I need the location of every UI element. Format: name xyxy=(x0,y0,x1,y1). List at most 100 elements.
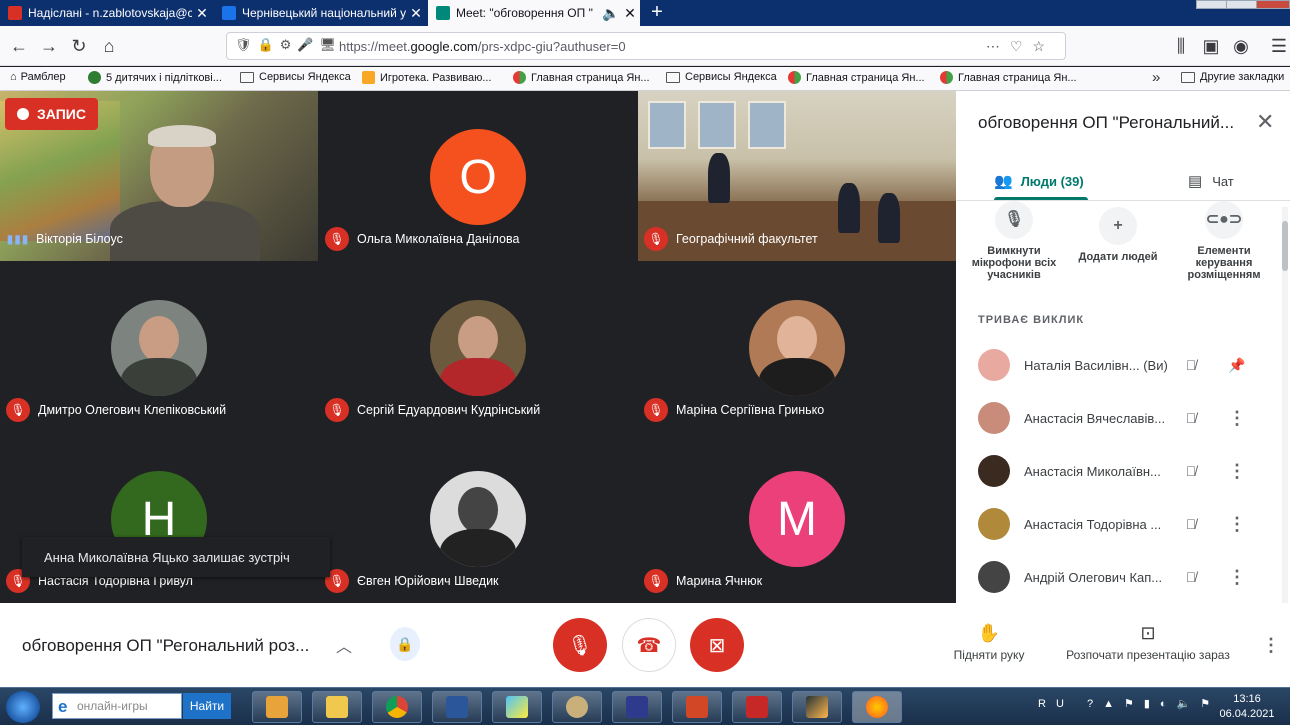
mute-all-button[interactable]: 🎙 Вимкнути мікрофони всіх учасників xyxy=(964,201,1064,281)
scrollbar-thumb[interactable] xyxy=(1282,221,1288,271)
mic-off-icon[interactable]: 🎙̸ xyxy=(1168,463,1214,479)
participant-tile[interactable]: Н 🎙 Настасія Тодорівна Гривул xyxy=(0,433,318,603)
mic-toggle-button[interactable]: 🎙 xyxy=(553,618,607,672)
close-icon[interactable]: ✕ xyxy=(620,5,640,22)
participant-tile[interactable]: М 🎙 Марина Ячнюк xyxy=(638,433,956,603)
bookmark-item[interactable]: Главная страница Ян... xyxy=(788,71,925,84)
host-controls-button[interactable]: ⊂●⊃ Елементи керування розміщенням xyxy=(1174,201,1274,281)
participant-row[interactable]: Анастасія Тодорівна ... 🎙̸ ⋮ xyxy=(978,504,1268,544)
tab-gmail[interactable]: Надіслані - n.zablotovskaja@c ✕ xyxy=(0,0,212,26)
new-tab-button[interactable]: + xyxy=(645,0,669,26)
bookmark-item[interactable]: 5 дитячих і підліткові... xyxy=(88,71,222,84)
speaker-icon[interactable]: 🔈 xyxy=(602,5,620,22)
minimize-button[interactable] xyxy=(1196,0,1227,9)
taskbar-app-firefox[interactable] xyxy=(852,691,902,723)
participant-row[interactable]: Андрій Олегович Кап... 🎙̸ ⋮ xyxy=(978,557,1268,597)
more-icon[interactable]: ⋮ xyxy=(1214,408,1260,429)
participant-tile[interactable]: 🎙 Маріна Сергіївна Гринько xyxy=(638,262,956,432)
more-icon[interactable]: ⋮ xyxy=(1214,461,1260,482)
bookmark-item[interactable]: Игротека. Развиваю... xyxy=(362,71,491,84)
participant-row[interactable]: Анастасія Вячеславів... 🎙̸ ⋮ xyxy=(978,398,1268,438)
pin-icon[interactable]: 📌 xyxy=(1214,357,1260,374)
find-button[interactable]: Найти xyxy=(183,693,231,719)
chevron-up-icon[interactable]: ︿ xyxy=(336,633,352,657)
window-close-button[interactable] xyxy=(1256,0,1290,9)
mic-off-icon[interactable]: 🎙̸ xyxy=(1168,516,1214,532)
tab-people[interactable]: 👥 Люди (39) xyxy=(994,163,1084,199)
close-icon[interactable]: ✕ xyxy=(1256,109,1274,135)
close-icon[interactable]: ✕ xyxy=(406,5,426,22)
participant-tile[interactable]: О 🎙 Ольга Миколаївна Данілова xyxy=(319,91,637,261)
ie-icon: e xyxy=(58,697,68,716)
participant-tile[interactable]: ЗАПИС ▮▮▮ Вікторія Білоус xyxy=(0,91,318,261)
bookmark-item[interactable]: ⌂ Рамблер xyxy=(10,71,66,83)
bookmark-item[interactable]: Сервисы Яндекса xyxy=(666,71,777,83)
mic-off-icon[interactable]: 🎙̸ xyxy=(1168,357,1214,373)
tab-meet[interactable]: Meet: "обговорення ОП " 🔈 ✕ xyxy=(428,0,640,26)
search-input[interactable]: e онлайн-игры xyxy=(52,693,182,719)
close-icon[interactable]: ✕ xyxy=(192,5,212,22)
taskbar-app-word[interactable] xyxy=(432,691,482,723)
more-icon[interactable]: ⋮ xyxy=(1214,567,1260,588)
more-bookmarks-icon[interactable]: » xyxy=(1152,69,1160,86)
more-options-icon[interactable]: ⋮ xyxy=(1262,635,1280,656)
taskbar-app-pdf[interactable] xyxy=(732,691,782,723)
system-tray[interactable]: RU ?▲⚑▮◐🔈⚑ xyxy=(1038,697,1220,710)
meeting-title[interactable]: обговорення ОП "Регональний роз... xyxy=(22,636,309,656)
taskbar-app-paint[interactable] xyxy=(492,691,542,723)
taskbar-app-save[interactable] xyxy=(612,691,662,723)
maximize-button[interactable] xyxy=(1226,0,1257,9)
home-icon[interactable]: ⌂ xyxy=(96,33,122,59)
sidebar-icon[interactable]: ▣ xyxy=(1198,33,1224,59)
scrollbar[interactable] xyxy=(1282,207,1288,603)
account-icon[interactable]: ◉ xyxy=(1228,33,1254,59)
site-info-icons[interactable]: 🛡🔒⚙🎤🖥 xyxy=(235,37,342,53)
tray-icons[interactable]: ?▲⚑▮◐🔈⚑ xyxy=(1087,698,1220,710)
add-people-button[interactable]: + Додати людей xyxy=(1068,207,1168,263)
taskbar-app-powerpoint[interactable] xyxy=(672,691,722,723)
shield-lock-icon[interactable]: 🔒 xyxy=(390,627,420,661)
bookmark-item[interactable]: Главная страница Ян... xyxy=(513,71,650,84)
tab-university[interactable]: Чернівецький національний у ✕ xyxy=(214,0,426,26)
bookmark-item[interactable]: Главная страница Ян... xyxy=(940,71,1077,84)
search-placeholder: онлайн-игры xyxy=(77,699,148,713)
bookmark-item[interactable]: Сервисы Яндекса xyxy=(240,71,351,83)
start-button[interactable] xyxy=(6,691,40,723)
participant-tile[interactable]: 🎙 Сергій Едуардович Кудрінський xyxy=(319,262,637,432)
participant-name-text: Географічний факультет xyxy=(676,232,818,246)
taskbar-app-chrome[interactable] xyxy=(372,691,422,723)
camera-toggle-button[interactable]: ⊠ xyxy=(690,618,744,672)
url-text[interactable]: https://meet.google.com/prs-xdpc-giu?aut… xyxy=(339,39,626,54)
present-now-button[interactable]: ⊡ Розпочати презентацію зараз xyxy=(1058,623,1238,662)
taskbar-app-media[interactable] xyxy=(252,691,302,723)
participant-row[interactable]: Анастасія Миколаївн... 🎙̸ ⋮ xyxy=(978,451,1268,491)
language-indicator[interactable]: RU xyxy=(1038,698,1074,710)
taskbar-app-explorer[interactable] xyxy=(312,691,362,723)
participant-tile[interactable]: 🎙 Дмитро Олегович Клепіковський xyxy=(0,262,318,432)
taskbar-app-photo[interactable] xyxy=(792,691,842,723)
clock[interactable]: 13:16 06.04.2021 xyxy=(1218,692,1276,722)
more-icon[interactable]: ⋮ xyxy=(1214,514,1260,535)
mic-off-icon[interactable]: 🎙̸ xyxy=(1168,569,1214,585)
participant-row[interactable]: Наталія Василівн... (Ви) 🎙̸ 📌 xyxy=(978,345,1268,385)
participant-tile[interactable]: 🎙 Географічний факультет xyxy=(638,91,956,261)
forward-icon[interactable]: → xyxy=(36,33,62,59)
reload-icon[interactable]: ↻ xyxy=(66,33,92,59)
taskbar-app-globe[interactable] xyxy=(552,691,602,723)
menu-icon[interactable]: ☰ xyxy=(1266,33,1290,59)
address-bar[interactable]: 🛡🔒⚙🎤🖥 https://meet.google.com/prs-xdpc-g… xyxy=(226,32,1066,60)
leave-call-button[interactable]: ☎ xyxy=(622,618,676,672)
section-header: ТРИВАЄ ВИКЛИК xyxy=(978,314,1085,326)
participant-tile[interactable]: 🎙 Євген Юрійович Шведик xyxy=(319,433,637,603)
raise-hand-button[interactable]: ✋ Підняти руку xyxy=(946,623,1032,662)
mic-off-icon: 🎙 xyxy=(567,634,593,657)
bookmark-item[interactable]: Другие закладки xyxy=(1181,71,1284,83)
library-icon[interactable]: ⫼ xyxy=(1168,33,1194,59)
mic-off-icon: 🎙 xyxy=(325,227,349,251)
recording-badge: ЗАПИС xyxy=(5,98,98,130)
pdf-icon xyxy=(746,696,768,718)
mic-off-icon[interactable]: 🎙̸ xyxy=(1168,410,1214,426)
page-actions-icons[interactable]: ⋯♡☆ xyxy=(986,38,1055,55)
tab-chat[interactable]: ▤ Чат xyxy=(1188,163,1234,199)
back-icon[interactable]: ← xyxy=(6,33,32,59)
